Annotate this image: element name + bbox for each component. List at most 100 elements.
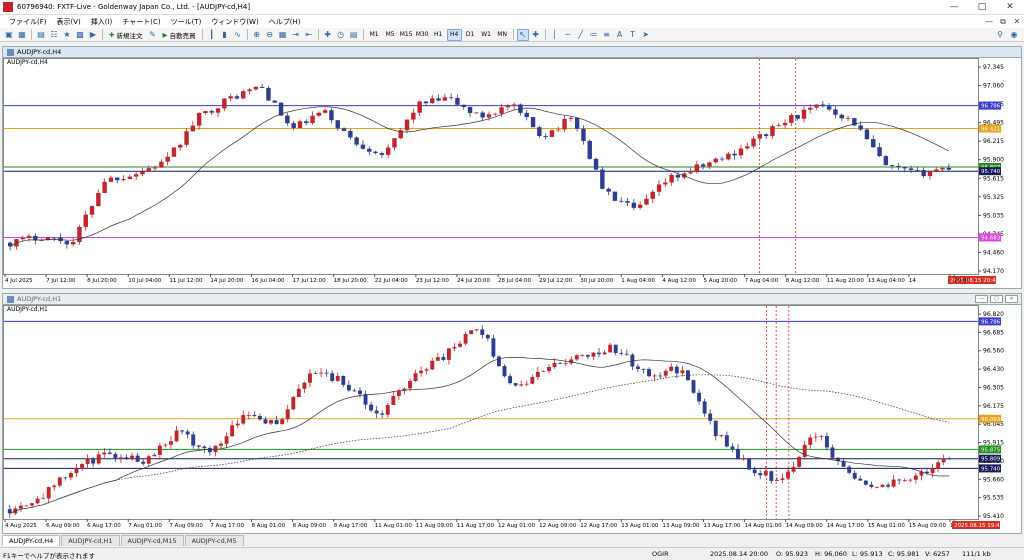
candle-body	[612, 191, 618, 201]
timeframe-m5[interactable]: M5	[383, 29, 398, 41]
status-profile: OGIR	[652, 550, 669, 558]
candlestick-icon[interactable]: ▮	[219, 29, 231, 41]
indicators-icon[interactable]: ✚	[322, 29, 334, 41]
x-tick-label: 6 Aug 09:00	[46, 523, 80, 529]
auto-trade-button[interactable]: ▶ 自動売買	[160, 29, 199, 41]
chart-maximize-icon[interactable]: □	[990, 295, 1003, 303]
chart-minimize-icon[interactable]: —	[975, 295, 988, 303]
templates-icon[interactable]: ▤	[348, 29, 360, 41]
menu-help[interactable]: ヘルプ(H)	[264, 17, 306, 27]
channel-icon[interactable]: ≔	[588, 29, 600, 41]
x-tick-label: 4 Jul 2025	[5, 278, 33, 284]
chart-window-h1[interactable]: AUDJPY-cd,H1 — □ ✕ 96.820 96.685 96.560 96.…	[2, 293, 1022, 534]
bar-chart-icon[interactable]: ┃	[206, 29, 218, 41]
terminal-icon[interactable]: ▩	[74, 29, 86, 41]
maximize-icon[interactable]: □	[968, 0, 996, 15]
status-volume: V: 6257	[925, 550, 950, 558]
x-tick-label: 14 Jul 20:00	[210, 278, 243, 284]
candle-body	[85, 458, 90, 465]
mdi-minimize-icon[interactable]: —	[982, 17, 996, 26]
text-label-icon[interactable]: T	[627, 29, 639, 41]
close-icon[interactable]: ✕	[996, 0, 1024, 15]
candle-body	[135, 455, 140, 462]
line-chart-icon[interactable]: ∿	[232, 29, 244, 41]
zoom-out-icon[interactable]: ⊖	[264, 29, 276, 41]
candle-body	[624, 353, 629, 355]
candle-body	[826, 106, 832, 110]
horizontal-line-icon[interactable]: ─	[562, 29, 574, 41]
zoom-in-icon[interactable]: ⊕	[251, 29, 263, 41]
candle-body	[780, 478, 785, 480]
tab-audjpy-m15[interactable]: AUDJPY-cd,M15	[120, 535, 184, 546]
candle-body	[121, 179, 126, 181]
market-watch-icon[interactable]: ▤	[35, 29, 47, 41]
arrows-icon[interactable]: ➤	[640, 29, 652, 41]
navigator-icon[interactable]: ★	[61, 29, 73, 41]
candle-body	[119, 457, 123, 459]
periods-icon[interactable]: ◷	[335, 29, 347, 41]
timeframe-d1[interactable]: D1	[463, 29, 478, 41]
x-tick-label: 1 Aug 04:00	[621, 278, 655, 284]
chart-window-h4[interactable]: AUDJPY-cd,H4 97.34597.06096.78596.49596.…	[2, 46, 1022, 289]
timeframe-h4[interactable]: H4	[446, 28, 462, 41]
candle-body	[524, 112, 529, 118]
metaeditor-icon[interactable]: ✎	[147, 29, 159, 41]
x-tick-label: 11 Aug 17:00	[457, 523, 495, 529]
menu-view[interactable]: 表示(V)	[52, 17, 86, 27]
community-icon[interactable]: ◉	[1008, 29, 1020, 41]
candle-body	[385, 405, 390, 415]
candle-body	[552, 362, 557, 367]
menu-file[interactable]: ファイル(F)	[4, 17, 52, 27]
x-tick-label: 16 Jul 04:00	[252, 278, 285, 284]
candle-body	[257, 416, 262, 420]
timeframe-m1[interactable]: M1	[367, 29, 382, 41]
x-tick-label: 13 Aug 04:00	[868, 278, 906, 284]
tab-audjpy-m5[interactable]: AUDJPY-cd,M5	[184, 535, 244, 546]
candle-body	[647, 369, 651, 377]
tile-icon[interactable]: ▦	[277, 29, 289, 41]
timeframe-m15[interactable]: M15	[399, 29, 414, 41]
candle-body	[863, 480, 868, 485]
data-window-icon[interactable]: ☷	[48, 29, 60, 41]
trendline-icon[interactable]: ╱	[575, 29, 587, 41]
mdi-close-icon[interactable]: ✕	[1010, 17, 1024, 26]
text-tool-icon[interactable]: A	[614, 29, 626, 41]
menu-chart[interactable]: チャート(C)	[117, 17, 165, 27]
candle-body	[593, 158, 599, 170]
chart-shift-icon[interactable]: ⇤	[303, 29, 315, 41]
candle-body	[535, 371, 540, 378]
timeframe-w1[interactable]: W1	[479, 29, 494, 41]
new-chart-icon[interactable]: ▣	[3, 29, 15, 41]
timeframe-h1[interactable]: H1	[431, 29, 446, 41]
window-title: 60796940: FXTF-Live - Goldenway Japan Co…	[17, 3, 251, 11]
tester-icon[interactable]: ▶	[87, 29, 99, 41]
chart-plot-h4[interactable]: 97.34597.06096.78596.49596.21595.90095.6…	[3, 58, 1021, 288]
candle-body	[230, 425, 235, 437]
menu-insert[interactable]: 挿入(I)	[86, 17, 118, 27]
candle-body	[310, 115, 315, 124]
minimize-icon[interactable]: —	[940, 0, 968, 15]
chart-close-icon[interactable]: ✕	[1005, 295, 1018, 303]
new-order-button[interactable]: ✚ 新規注文	[106, 29, 146, 41]
vertical-line-icon[interactable]: │	[549, 29, 561, 41]
candle-body	[613, 344, 618, 353]
level-label: 94.683	[981, 235, 1001, 241]
profiles-icon[interactable]: ▦	[16, 29, 28, 41]
tab-audjpy-h4[interactable]: AUDJPY-cd,H4	[2, 535, 61, 546]
search-icon[interactable]: ⚲	[994, 29, 1006, 41]
menu-tools[interactable]: ツール(T)	[166, 17, 207, 27]
timeframe-m30[interactable]: M30	[415, 29, 430, 41]
menu-window[interactable]: ウィンドウ(W)	[206, 17, 263, 27]
autoscroll-icon[interactable]: ⇥	[290, 29, 302, 41]
candle-body	[191, 434, 196, 446]
fibonacci-icon[interactable]: ≡	[601, 29, 613, 41]
tab-audjpy-h1[interactable]: AUDJPY-cd,H1	[61, 535, 120, 546]
timeframe-mn[interactable]: MN	[495, 29, 510, 41]
chart-plot-h1[interactable]: 96.820 96.685 96.560 96.430 96.305 96.175 96.0…	[3, 305, 1021, 533]
candle-body	[190, 125, 196, 132]
candle-body	[930, 468, 935, 474]
mdi-restore-icon[interactable]: ⧉	[996, 17, 1010, 27]
crosshair-icon[interactable]: ✚	[530, 29, 542, 41]
candle-body	[352, 390, 357, 392]
cursor-icon[interactable]: ↖	[516, 28, 529, 41]
